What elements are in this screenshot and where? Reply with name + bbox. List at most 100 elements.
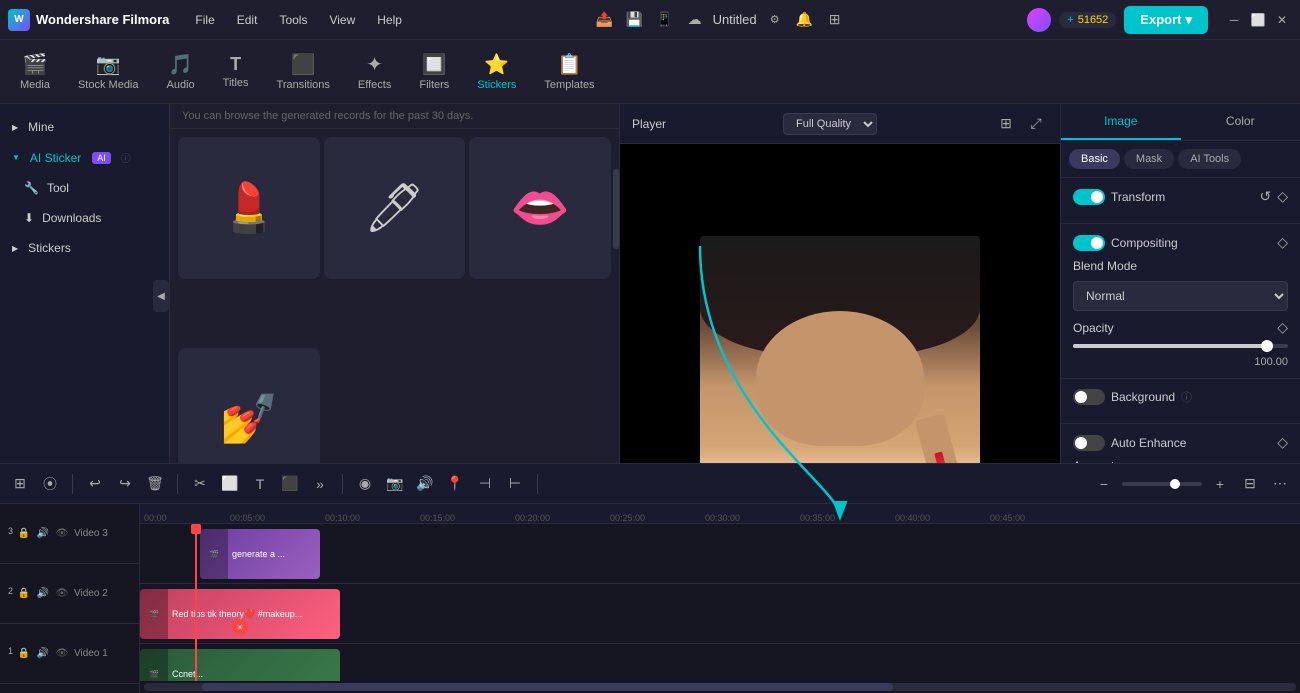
tab-image[interactable]: Image: [1061, 104, 1181, 140]
menu-bar: File Edit Tools View Help: [185, 9, 412, 31]
settings-button[interactable]: ⋯: [1268, 472, 1292, 496]
track2-eye-icon[interactable]: 👁: [54, 586, 70, 602]
tool-media[interactable]: 🎬 Media: [8, 46, 62, 97]
audio-track-button[interactable]: ◉: [353, 472, 377, 496]
scene-detect-button[interactable]: ⦿: [38, 472, 62, 496]
auto-enhance-toggle[interactable]: [1073, 435, 1105, 451]
track2-lock-icon[interactable]: 🔒: [16, 586, 32, 602]
record-button[interactable]: ⬛: [278, 472, 302, 496]
opacity-diamond-icon[interactable]: ◇: [1277, 319, 1288, 336]
clip-thumb-video2: 🎬: [140, 589, 168, 639]
tool-effects[interactable]: ✦ Effects: [346, 46, 403, 97]
track2-audio-icon[interactable]: 🔊: [35, 586, 51, 602]
cut-button[interactable]: ✂: [188, 472, 212, 496]
transform-toggle[interactable]: [1073, 189, 1105, 205]
subtab-basic[interactable]: Basic: [1069, 149, 1120, 169]
ai-badge: AI: [92, 152, 111, 164]
fullscreen-icon[interactable]: ⤢: [1024, 112, 1048, 136]
background-info-icon[interactable]: ⓘ: [1181, 389, 1192, 405]
layout-button[interactable]: ⊟: [1238, 472, 1262, 496]
redo-button[interactable]: ↪: [113, 472, 137, 496]
track1-lock-icon[interactable]: 🔒: [16, 646, 32, 662]
save-icon[interactable]: 💾: [623, 8, 647, 32]
timeline-scrollbar[interactable]: [144, 683, 1296, 691]
split-button[interactable]: ⊣: [473, 472, 497, 496]
tool-stock[interactable]: 📷 Stock Media: [66, 46, 151, 97]
compositing-diamond-icon[interactable]: ◇: [1277, 234, 1288, 251]
tool-filters[interactable]: 🔲 Filters: [407, 46, 461, 97]
project-settings-icon[interactable]: ⚙: [763, 8, 787, 32]
zoom-slider[interactable]: [1122, 482, 1202, 486]
auto-enhance-diamond-icon[interactable]: ◇: [1277, 434, 1288, 451]
credits-button[interactable]: + 51652: [1059, 12, 1116, 28]
zoom-out-button[interactable]: −: [1092, 472, 1116, 496]
subtab-mask[interactable]: Mask: [1124, 149, 1174, 169]
menu-tools[interactable]: Tools: [269, 9, 317, 31]
transform-diamond-icon[interactable]: ◇: [1277, 188, 1288, 205]
zoom-in-button[interactable]: +: [1208, 472, 1232, 496]
tool-stickers[interactable]: ⭐ Stickers: [465, 46, 528, 97]
background-toggle[interactable]: [1073, 389, 1105, 405]
undo-button[interactable]: ↩: [83, 472, 107, 496]
delete-button[interactable]: 🗑: [143, 472, 167, 496]
text-button[interactable]: T: [248, 472, 272, 496]
tool-transitions[interactable]: ⬛ Transitions: [265, 46, 342, 97]
nav-mine[interactable]: ▶ Mine: [0, 112, 169, 142]
close-button[interactable]: ✕: [1272, 10, 1292, 30]
track1-audio-icon[interactable]: 🔊: [35, 646, 51, 662]
phone-icon[interactable]: 📱: [653, 8, 677, 32]
menu-view[interactable]: View: [319, 9, 365, 31]
compositing-label-group: Compositing: [1073, 235, 1178, 251]
crop-button[interactable]: ⬜: [218, 472, 242, 496]
detach-audio-button[interactable]: 🔊: [413, 472, 437, 496]
clip-video2[interactable]: 🎬 Red tips tik theory❤️ #makeup... ✕: [140, 589, 340, 639]
avatar[interactable]: [1027, 8, 1051, 32]
cloud-icon[interactable]: ☁: [683, 8, 707, 32]
compositing-toggle[interactable]: [1073, 235, 1105, 251]
track3-lock-icon[interactable]: 🔒: [16, 526, 32, 542]
subtab-aitools[interactable]: AI Tools: [1178, 149, 1241, 169]
blend-mode-select[interactable]: Normal: [1073, 281, 1288, 311]
quality-select[interactable]: Full Quality: [783, 113, 877, 135]
sticker-item-2[interactable]: 🖊: [324, 137, 466, 279]
nav-downloads[interactable]: ⬇ Downloads: [0, 203, 169, 233]
tab-color[interactable]: Color: [1181, 104, 1300, 140]
tool-audio[interactable]: 🎵 Audio: [155, 46, 207, 97]
maximize-button[interactable]: ⬜: [1248, 10, 1268, 30]
ripple-button[interactable]: ⊢: [503, 472, 527, 496]
track1-eye-icon[interactable]: 👁: [54, 646, 70, 662]
minimize-button[interactable]: ─: [1224, 10, 1244, 30]
opacity-thumb[interactable]: [1261, 340, 1273, 352]
track3-audio-icon[interactable]: 🔊: [35, 526, 51, 542]
share-icon[interactable]: 📤: [593, 8, 617, 32]
sticker-item-3[interactable]: 👄: [469, 137, 611, 279]
menu-help[interactable]: Help: [367, 9, 412, 31]
clip-video3[interactable]: 🎬 generate a ...: [200, 529, 320, 579]
view-toggle-button[interactable]: ⊞: [8, 472, 32, 496]
tool-titles[interactable]: T Titles: [211, 48, 261, 95]
apps-icon[interactable]: ⊞: [823, 8, 847, 32]
notification-icon[interactable]: 🔔: [793, 8, 817, 32]
menu-file[interactable]: File: [185, 9, 224, 31]
menu-edit[interactable]: Edit: [227, 9, 268, 31]
timeline-scroll-thumb[interactable]: [202, 683, 893, 691]
track3-eye-icon[interactable]: 👁: [54, 526, 70, 542]
export-button[interactable]: Export ▾: [1124, 6, 1208, 34]
opacity-row: Opacity ◇: [1073, 319, 1288, 336]
sticker-item-1[interactable]: 💄: [178, 137, 320, 279]
collapse-panel-button[interactable]: ◀: [153, 280, 169, 312]
zoom-thumb[interactable]: [1170, 479, 1180, 489]
grid-view-icon[interactable]: ⊞: [994, 112, 1018, 136]
clip-video1[interactable]: 🎬 Ccnet...: [140, 649, 340, 681]
more-button[interactable]: »: [308, 472, 332, 496]
transform-reset-icon[interactable]: ↺: [1259, 188, 1271, 205]
track-row-video1: 🎬 Ccnet...: [140, 644, 1300, 681]
tool-templates[interactable]: 📋 Templates: [532, 46, 606, 97]
timeline-ruler-tracks: 00:00 00:05:00 00:10:00 00:15:00 00:20:0…: [140, 504, 1300, 693]
nav-tool[interactable]: 🔧 Tool: [0, 173, 169, 203]
add-video-button[interactable]: 📷: [383, 472, 407, 496]
nav-stickers[interactable]: ▶ Stickers: [0, 233, 169, 263]
add-marker-button[interactable]: 📍: [443, 472, 467, 496]
separator-3: [342, 474, 343, 494]
nav-ai-sticker[interactable]: ▼ AI Sticker AI ⓘ: [0, 142, 169, 173]
